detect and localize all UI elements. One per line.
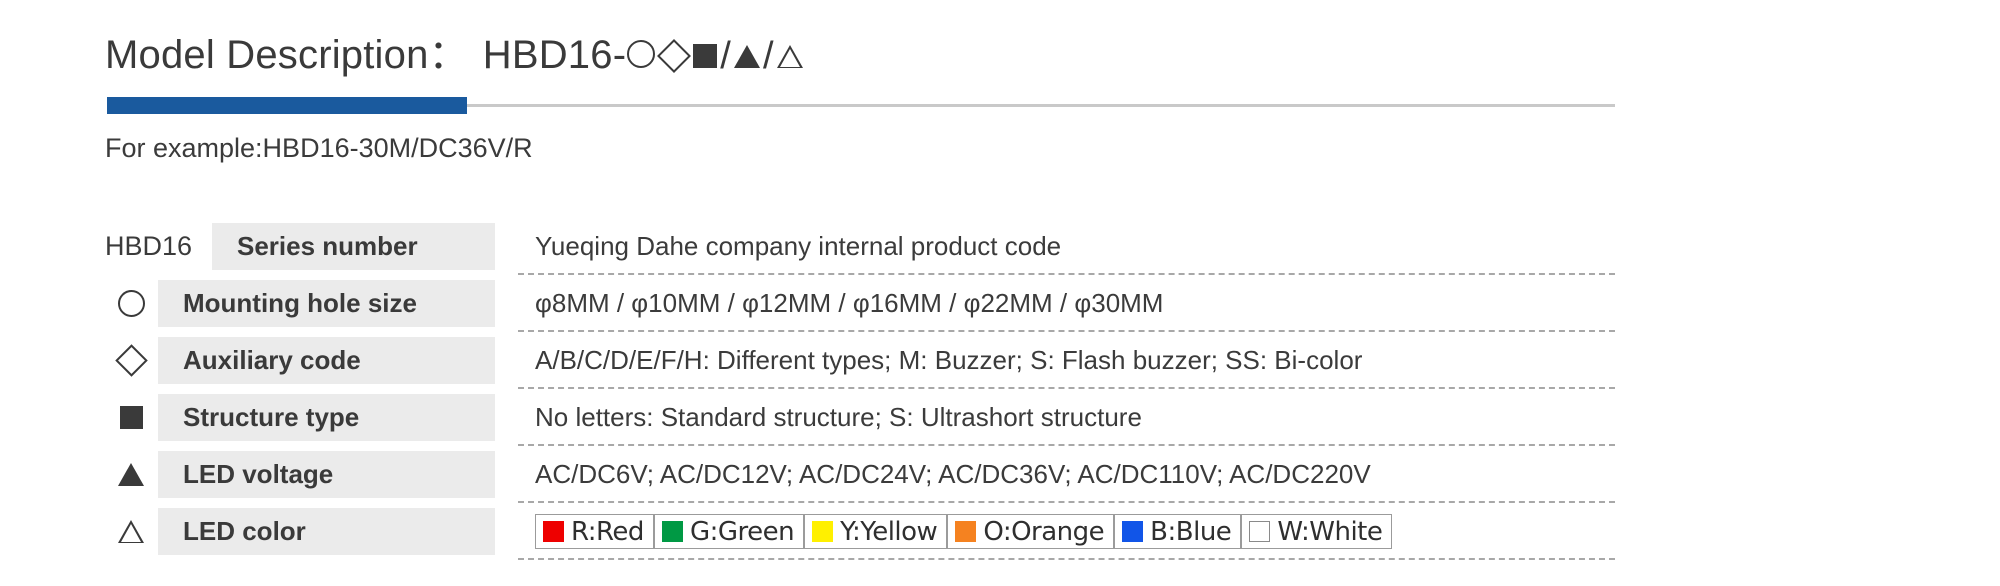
row-description: φ8MM / φ10MM / φ12MM / φ16MM / φ22MM / φ… <box>535 288 1164 318</box>
color-swatch-icon <box>661 521 683 542</box>
row-symbol-cell <box>105 503 157 560</box>
example-text: For example:HBD16-30M/DC36V/R <box>105 133 533 163</box>
led-color-chip-list: R:Red G:Green Y:Yellow O:Orange B:Blue W:Whit… <box>535 514 1393 549</box>
page-title: Model Description： HBD16- / / <box>105 22 804 80</box>
model-code-prefix: HBD16- <box>482 33 627 77</box>
row-label: Structure type <box>158 394 495 441</box>
row-description-led-colors: R:Red G:Green Y:Yellow O:Orange B:Blue W:Whit… <box>535 503 1615 560</box>
model-description-page: Model Description： HBD16- / / For exampl… <box>0 0 2000 586</box>
row-divider <box>518 558 1615 560</box>
page-title-label: Model Description： <box>105 33 469 77</box>
color-swatch-icon <box>955 521 977 542</box>
diamond-outline-icon <box>114 344 148 377</box>
row-label: LED color <box>158 508 495 555</box>
row-label: Series number <box>212 223 495 270</box>
row-symbol-cell <box>105 389 157 446</box>
led-color-chip: W:White <box>1241 514 1393 549</box>
circle-outline-icon <box>117 290 145 317</box>
led-color-label: B:Blue <box>1150 516 1232 547</box>
row-description: A/B/C/D/E/F/H: Different types; M: Buzze… <box>535 345 1363 375</box>
square-filled-icon <box>693 44 718 68</box>
table-row: LED color R:Red G:Green Y:Yellow O:Orange B:… <box>0 503 2000 560</box>
triangle-filled-icon <box>733 45 760 68</box>
title-accent-bar <box>107 97 467 114</box>
table-row: Auxiliary code A/B/C/D/E/F/H: Different … <box>0 332 2000 389</box>
led-color-chip: Y:Yellow <box>804 514 948 549</box>
diamond-outline-icon <box>657 39 692 73</box>
row-symbol-cell <box>105 275 157 332</box>
led-color-label: W:White <box>1277 516 1383 547</box>
table-row: Mounting hole size φ8MM / φ10MM / φ12MM … <box>0 275 2000 332</box>
row-description: Yueqing Dahe company internal product co… <box>535 231 1062 261</box>
triangle-outline-icon <box>776 45 803 68</box>
color-swatch-icon <box>1122 521 1144 542</box>
led-color-chip: G:Green <box>653 514 805 549</box>
triangle-filled-icon <box>118 463 144 486</box>
table-row: LED voltage AC/DC6V; AC/DC12V; AC/DC24V;… <box>0 446 2000 503</box>
led-color-chip: B:Blue <box>1114 514 1242 549</box>
circle-outline-icon <box>627 40 656 68</box>
led-color-chip: O:Orange <box>947 514 1115 549</box>
row-label: LED voltage <box>158 451 495 498</box>
model-breakdown-table: HBD16 Series number Yueqing Dahe company… <box>0 218 2000 560</box>
led-color-label: R:Red <box>571 516 644 547</box>
table-row: HBD16 Series number Yueqing Dahe company… <box>0 218 2000 275</box>
slash-separator: / <box>762 35 774 77</box>
square-filled-icon <box>119 406 143 429</box>
row-description: No letters: Standard structure; S: Ultra… <box>535 402 1142 432</box>
row-description: AC/DC6V; AC/DC12V; AC/DC24V; AC/DC36V; A… <box>535 459 1371 489</box>
row-symbol-cell <box>105 332 157 389</box>
led-color-chip: R:Red <box>535 514 654 549</box>
row-label: Mounting hole size <box>158 280 495 327</box>
slash-separator: / <box>720 35 731 77</box>
color-swatch-icon <box>1249 521 1271 542</box>
table-row: Structure type No letters: Standard stru… <box>0 389 2000 446</box>
led-color-label: G:Green <box>689 516 795 547</box>
row-symbol-cell <box>105 446 157 503</box>
color-swatch-icon <box>543 521 564 542</box>
color-swatch-icon <box>812 521 834 542</box>
row-symbol-series: HBD16 <box>105 231 193 261</box>
triangle-outline-icon <box>118 520 144 543</box>
led-color-label: O:Orange <box>983 516 1105 547</box>
led-color-label: Y:Yellow <box>840 516 938 547</box>
row-label: Auxiliary code <box>158 337 495 384</box>
